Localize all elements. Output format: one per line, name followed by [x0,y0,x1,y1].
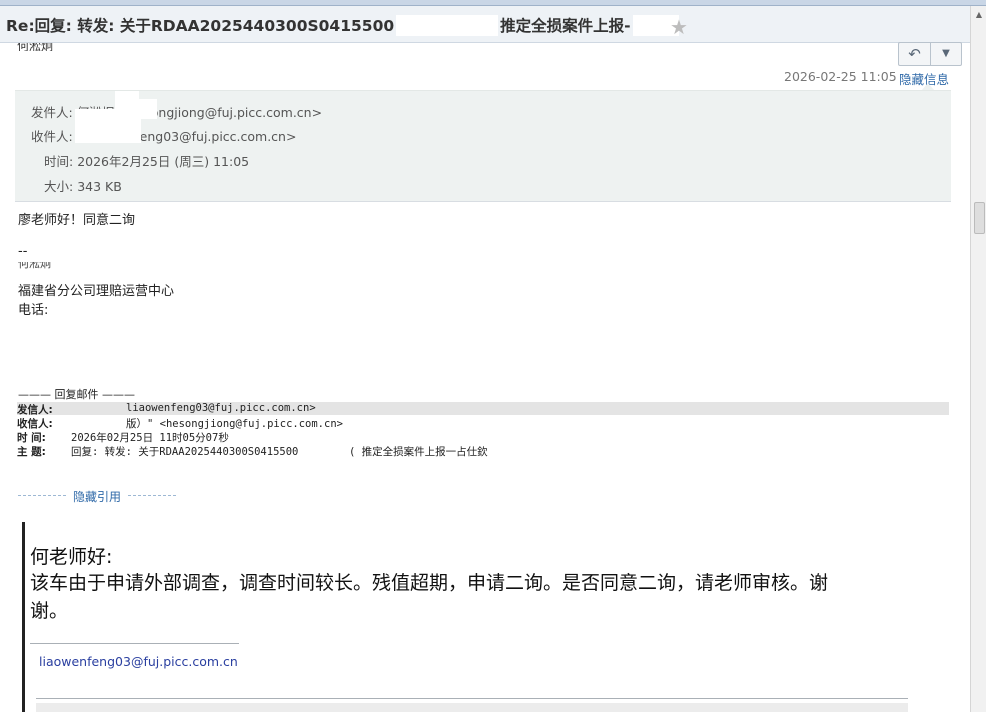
email-subject: Re:回复: 转发: 关于RDAA2025440300S0415500 推定全损案… [6,14,679,36]
truncated-sender: 何淞炯 [17,43,54,51]
signature-divider [30,643,239,644]
quoted-from-label: 发信人: [17,404,53,416]
redacted-block [75,109,141,143]
subject-bar: Re:回复: 转发: 关于RDAA2025440300S0415500 推定全损案… [0,6,970,43]
hide-quote-label[interactable]: 隐藏引用 [73,490,121,504]
quoted-to-label: 收信人: [17,418,53,430]
scroll-thumb[interactable] [974,202,985,234]
quoted-subject-label: 主 题: [17,446,46,458]
subject-text-part1: Re:回复: 转发: 关于RDAA2025440300S0415500 [6,17,395,35]
quote-bar [22,522,25,712]
to-label: 收件人: [31,129,73,144]
signature-org: 福建省分公司理赔运营中心 [18,284,175,299]
signature-dash: -- [18,244,28,259]
size-label: 大小: [44,179,74,194]
subject-text-part2: 推定全损案件上报- [500,17,631,35]
header-to-row: 收件人: <liaowenfeng03@fuj.picc.com.cn> [31,126,296,145]
quoted-greeting: 何老师好: [30,546,113,568]
quoted-body-line: 该车由于申请外部调查，调查时间较长。残值超期，申请二询。是否同意二询，请老师审核… [30,572,829,594]
signature-email-link[interactable]: liaowenfeng03@fuj.picc.com.cn [39,654,238,669]
hide-quote-link[interactable]: 隐藏引用 [18,488,176,504]
signature-name: 何淞炯 [18,262,51,270]
quoted-time-label: 时 间: [17,432,46,444]
truncated-text: 何淞炯 [17,43,57,51]
scroll-up-icon[interactable]: ▲ [971,8,986,22]
quoted-subject-row: 主 题: 回复: 转发: 关于RDAA2025440300S0415500 ( … [17,444,949,458]
quoted-to-row: 收信人: 版）" <hesongjiong@fuj.picc.com.cn> [17,416,949,430]
quoted-time-value: 2026年02月25日 11时05分07秒 [71,432,229,444]
reply-button-group: ↶ ▼ [898,42,962,66]
quoted-to-value: 版）" <hesongjiong@fuj.picc.com.cn> [126,418,343,430]
time-value: 2026年2月25日 (周三) 11:05 [77,154,250,169]
reply-button[interactable]: ↶ [899,43,931,65]
quoted-time-row: 时 间: 2026年02月25日 11时05分07秒 [17,430,949,444]
quoted-subject-value: 回复: 转发: 关于RDAA2025440300S0415500 [71,446,299,458]
email-date: 2026-02-25 11:05 [784,69,897,84]
dashed-divider [18,495,66,496]
more-actions-button[interactable]: ▼ [931,43,961,65]
chevron-down-icon: ▼ [942,48,950,59]
signature-phone: 电话: [18,303,49,318]
dashed-divider [128,495,176,496]
vertical-scrollbar[interactable]: ▲ [970,6,986,712]
redacted-block [115,91,139,101]
quoted-from-value: liaowenfeng03@fuj.picc.com.cn> [126,402,316,414]
nested-quote-divider [36,698,908,699]
reply-body-line: 廖老师好！同意二询 [18,213,136,228]
quoted-mail-header: ——— 回复邮件 ——— [18,388,135,401]
quoted-subject-tail: ( 推定全损案件上报一占仕欽 [349,446,488,458]
quoted-from-row: 发信人: liaowenfeng03@fuj.picc.com.cn> [17,402,949,416]
redacted-block [396,14,499,36]
time-label: 时间: [44,154,74,169]
nested-quote-box [36,703,908,712]
header-divider [15,201,951,202]
header-time-row: 时间: 2026年2月25日 (周三) 11:05 [44,151,249,170]
header-size-row: 大小: 343 KB [44,176,122,195]
reply-icon: ↶ [908,45,921,63]
from-label: 发件人: [31,105,73,120]
star-icon[interactable]: ★ [670,15,688,39]
quoted-body-line: 谢。 [30,600,69,622]
email-header-details: 发件人: 何淞炯 <hesongjiong@fuj.picc.com.cn> 收… [15,90,951,202]
size-value: 343 KB [77,179,122,194]
